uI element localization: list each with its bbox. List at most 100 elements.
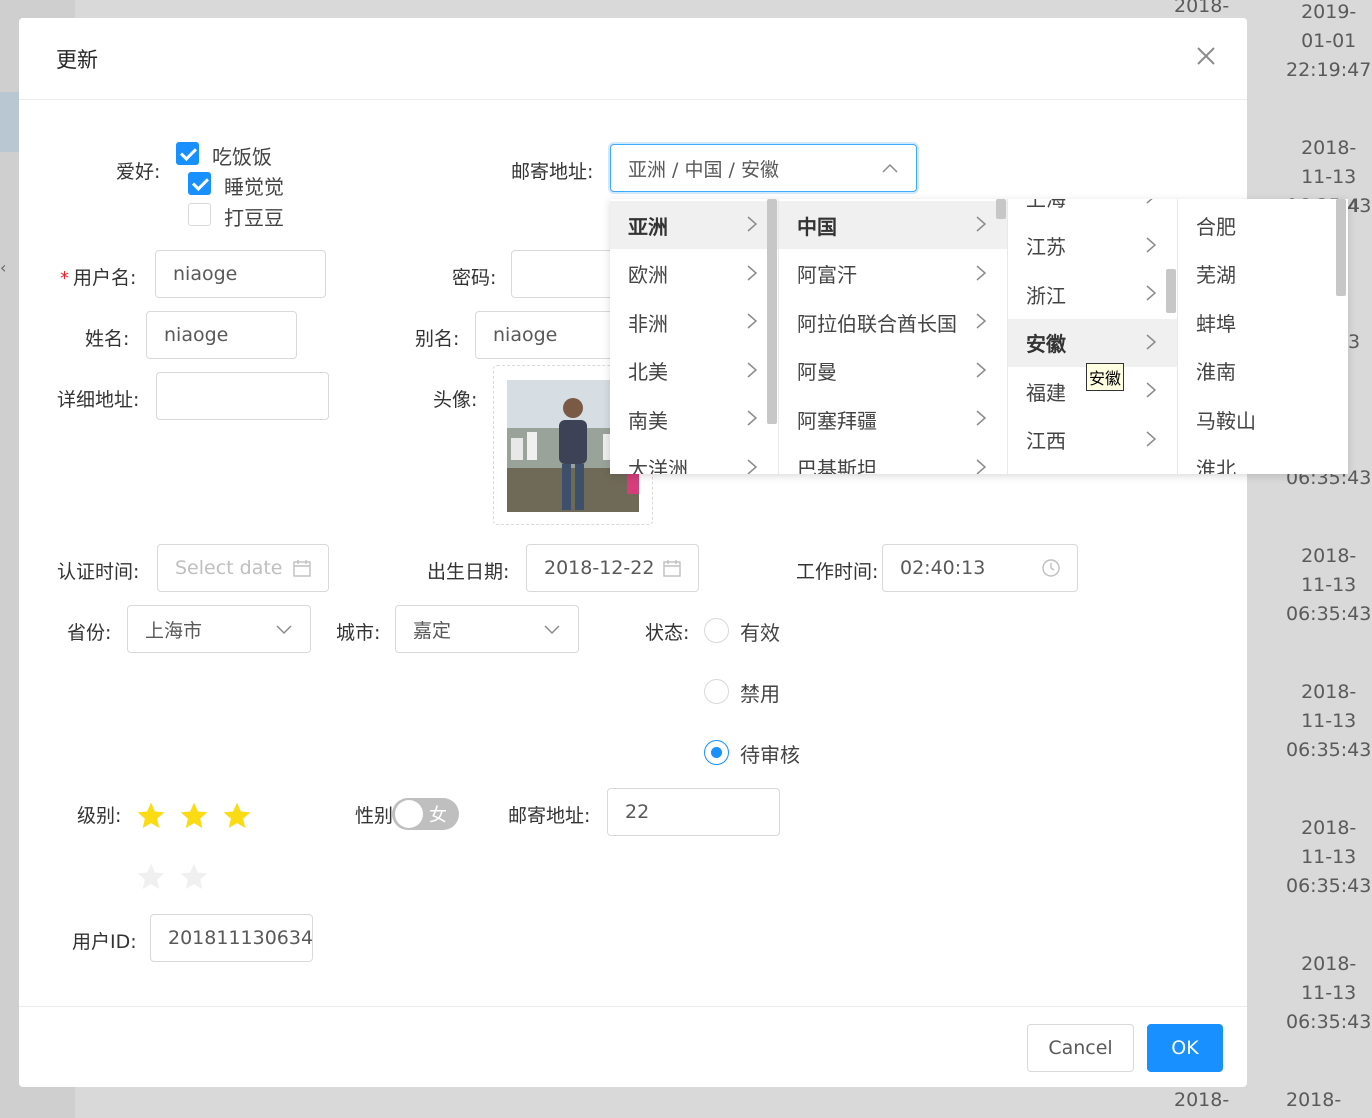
bg-cell: 2018- 11-13 06:35:43: [1286, 545, 1372, 625]
status-label: 状态:: [645, 622, 690, 644]
detail-address-input[interactable]: [156, 372, 329, 420]
cascader-option[interactable]: 中国: [779, 201, 1007, 249]
star-icon[interactable]: [221, 800, 253, 832]
cascader-option[interactable]: 江苏: [1008, 222, 1177, 270]
cascader-option-label: 大洋洲: [628, 457, 688, 474]
cascader-option[interactable]: 安徽: [1008, 318, 1177, 367]
mail-address-cascader[interactable]: 亚洲 / 中国 / 安徽: [610, 144, 917, 192]
chevron-right-icon: [1146, 285, 1157, 301]
chevron-right-icon: [1146, 236, 1157, 253]
modal-header: 更新: [19, 18, 1247, 100]
switch-knob: [395, 800, 423, 828]
bg-cell: 2019- 01-01 22:19:47: [1286, 1, 1372, 81]
chevron-right-icon: [976, 313, 987, 329]
cascader-option[interactable]: 阿富汗: [779, 250, 1007, 298]
cancel-button[interactable]: Cancel: [1027, 1024, 1134, 1072]
chevron-left-icon: ‹: [0, 258, 7, 277]
cascader-option[interactable]: 北美: [610, 347, 778, 395]
province-label: 省份:: [67, 622, 112, 644]
cascader-option[interactable]: 大洋洲: [610, 444, 778, 474]
cascader-option[interactable]: 上海: [1008, 199, 1177, 221]
bg-cell: 2018-: [1174, 1089, 1230, 1111]
hobby-checkbox-beans[interactable]: [188, 203, 211, 226]
city-select[interactable]: 嘉定: [395, 605, 579, 653]
cascader-option[interactable]: 芜湖: [1178, 250, 1348, 298]
password-input[interactable]: [511, 250, 621, 298]
hobby-label: 爱好:: [116, 161, 161, 183]
cascader-option-label: 非洲: [628, 311, 668, 336]
cascader-option[interactable]: 蚌埠: [1178, 298, 1348, 346]
cascader-option[interactable]: 合肥: [1178, 201, 1348, 249]
mail-address2-label: 邮寄地址:: [508, 805, 591, 827]
cascader-option[interactable]: 阿拉伯联合酋长国: [779, 298, 1007, 346]
chevron-right-icon: [976, 410, 987, 426]
modal-title: 更新: [56, 48, 98, 72]
star-icon[interactable]: [135, 800, 167, 832]
user-id-input[interactable]: 201811130634: [150, 914, 313, 962]
work-time-value: 02:40:13: [900, 557, 986, 579]
status-radio-valid[interactable]: [704, 618, 729, 643]
cascader-option[interactable]: 亚洲: [610, 201, 778, 249]
alias-input[interactable]: niaoge: [475, 311, 621, 359]
cascader-option[interactable]: 巴基斯坦: [779, 444, 1007, 474]
status-radio-pending[interactable]: [704, 740, 729, 765]
cert-time-picker[interactable]: Select date: [157, 544, 329, 592]
clock-icon: [1042, 559, 1060, 577]
scrollbar[interactable]: [1336, 199, 1346, 296]
cascader-option[interactable]: 欧洲: [610, 250, 778, 298]
scrollbar[interactable]: [767, 199, 777, 424]
cascader-option[interactable]: 淮北: [1178, 444, 1348, 474]
hobby-checkbox-sleep[interactable]: [188, 172, 211, 195]
sidebar-highlight: [0, 92, 20, 152]
cascader-option[interactable]: 马鞍山: [1178, 395, 1348, 443]
chevron-down-icon: [276, 625, 292, 635]
gender-switch[interactable]: 女: [392, 798, 459, 830]
status-option-label: 待审核: [740, 743, 800, 767]
username-input[interactable]: niaoge: [155, 250, 326, 298]
status-option-label: 禁用: [740, 682, 780, 706]
user-id-label: 用户ID:: [72, 931, 137, 953]
cascader-option[interactable]: 阿塞拜疆: [779, 395, 1007, 443]
status-radio-disabled[interactable]: [704, 679, 729, 704]
close-icon[interactable]: [1194, 44, 1218, 68]
chevron-right-icon: [747, 361, 758, 378]
cascader-option-label: 安徽: [1026, 332, 1066, 356]
cascader-option[interactable]: 非洲: [610, 298, 778, 346]
cascader-option[interactable]: 阿曼: [779, 347, 1007, 395]
chevron-right-icon: [1146, 333, 1157, 350]
star-icon[interactable]: [178, 800, 210, 832]
birthday-picker[interactable]: 2018-12-22: [526, 544, 699, 592]
chevron-up-icon: [882, 163, 898, 173]
hobby-checkbox-eat[interactable]: [176, 142, 199, 165]
status-option-label: 有效: [740, 621, 780, 645]
cascader-option[interactable]: 江西: [1008, 416, 1177, 464]
realname-input[interactable]: niaoge: [146, 311, 297, 359]
chevron-right-icon: [1146, 382, 1157, 398]
province-select[interactable]: 上海市: [127, 605, 311, 653]
hobby-option-label: 吃饭饭: [212, 145, 272, 169]
cascader-option-label: 福建: [1026, 380, 1066, 405]
cascader-option[interactable]: 淮南: [1178, 347, 1348, 395]
star-icon[interactable]: [178, 861, 210, 893]
cascader-menu-country: 中国 阿富汗 阿拉伯联合酋长国 阿曼 阿塞拜疆巴基斯坦: [779, 199, 1008, 474]
bg-cell: 2018-: [1286, 1089, 1342, 1111]
username-label: * 用户名:: [60, 267, 137, 289]
scrollbar[interactable]: [1166, 269, 1176, 313]
chevron-right-icon: [747, 264, 758, 281]
cascader-option-label: 巴基斯坦: [797, 457, 877, 474]
password-label: 密码:: [452, 267, 497, 289]
detail-address-label: 详细地址:: [57, 389, 140, 411]
chevron-right-icon: [976, 458, 987, 474]
work-time-picker[interactable]: 02:40:13: [882, 544, 1078, 592]
bg-cell: 2018- 11-13 06:35:43: [1286, 817, 1372, 897]
cascader-option[interactable]: 浙江: [1008, 270, 1177, 318]
realname-label: 姓名:: [85, 328, 130, 350]
ok-button[interactable]: OK: [1147, 1024, 1223, 1072]
scrollbar[interactable]: [996, 199, 1006, 219]
cascader-option[interactable]: 山东: [1008, 464, 1177, 474]
chevron-right-icon: [747, 410, 758, 426]
star-icon[interactable]: [135, 861, 167, 893]
cert-time-label: 认证时间:: [57, 561, 140, 583]
mail-address2-input[interactable]: 22: [607, 788, 780, 836]
cascader-option[interactable]: 南美: [610, 395, 778, 443]
